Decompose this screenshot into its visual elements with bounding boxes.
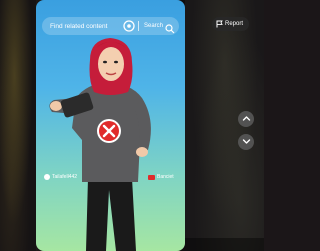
background-blur-left [0, 0, 36, 251]
creator-handle: Tailafell442 [52, 174, 78, 180]
next-video-button[interactable] [238, 134, 254, 150]
background-shadow [185, 238, 264, 251]
channel-logo-icon [148, 174, 155, 180]
channel-name: Banciet [157, 174, 174, 180]
search-icon[interactable] [165, 21, 175, 34]
flag-icon [216, 20, 223, 28]
channel-watermark: Banciet [148, 174, 174, 180]
video-viewer: Find related content Search Tailafell442 [0, 0, 264, 251]
video-illustration [49, 38, 151, 251]
report-button[interactable]: Report [212, 17, 250, 31]
video-card[interactable]: Find related content Search Tailafell442 [36, 0, 185, 251]
search-input[interactable]: Find related content [50, 23, 123, 30]
creator-logo-icon [44, 174, 50, 180]
chevron-down-icon [242, 133, 251, 151]
search-divider [137, 21, 139, 31]
search-button[interactable]: Search [144, 23, 163, 29]
previous-video-button[interactable] [238, 111, 254, 127]
background-blur-right [185, 0, 264, 251]
chevron-up-icon [242, 110, 251, 128]
lens-icon[interactable] [123, 20, 135, 32]
search-bar[interactable]: Find related content Search [42, 17, 179, 35]
report-label: Report [225, 21, 244, 27]
creator-watermark: Tailafell442 [44, 174, 77, 180]
